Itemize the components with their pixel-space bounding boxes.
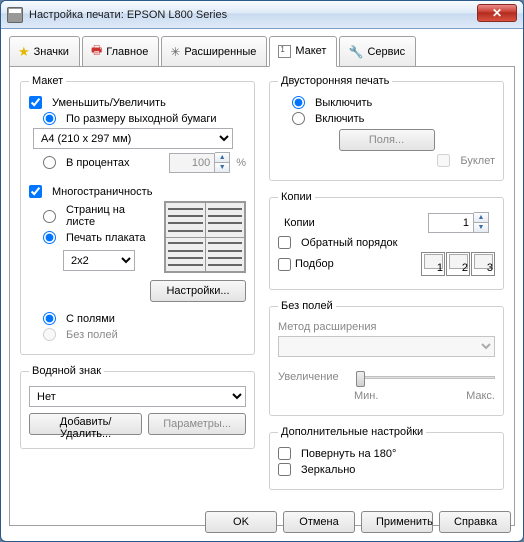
- mirror-checkbox[interactable]: [278, 463, 291, 476]
- cancel-button[interactable]: Отмена: [283, 511, 355, 533]
- chevron-up-icon[interactable]: ▲: [474, 213, 488, 223]
- enlarge-slider: [356, 367, 495, 387]
- method-select: [278, 336, 495, 357]
- duplex-off-radio[interactable]: [292, 96, 305, 109]
- copies-input[interactable]: [428, 213, 474, 233]
- pages-per-sheet-label: Страниц на листе: [66, 204, 154, 228]
- watermark-select[interactable]: Нет: [29, 386, 246, 407]
- poster-preview-icon: [164, 201, 246, 273]
- poster-radio[interactable]: [43, 231, 56, 244]
- percent-symbol: %: [236, 157, 246, 169]
- collate-label: Подбор: [295, 258, 334, 270]
- tab-icons[interactable]: ★ Значки: [9, 36, 80, 67]
- watermark-params-button: Параметры...: [148, 413, 246, 435]
- duplex-off-label: Выключить: [315, 97, 372, 109]
- multipage-checkbox[interactable]: [29, 185, 42, 198]
- layout-icon: [278, 45, 291, 58]
- close-button[interactable]: ✕: [477, 4, 517, 22]
- left-column: Макет Уменьшить/Увеличить По размеру вых…: [20, 75, 255, 515]
- group-title: Водяной знак: [29, 365, 104, 377]
- help-button[interactable]: Справка: [439, 511, 511, 533]
- tab-label: Главное: [106, 46, 148, 58]
- group-title: Макет: [29, 75, 66, 87]
- window-title: Настройка печати: EPSON L800 Series: [29, 9, 227, 21]
- print-settings-window: Настройка печати: EPSON L800 Series ✕ ★ З…: [0, 0, 524, 542]
- pages-per-sheet-radio[interactable]: [43, 210, 56, 223]
- no-margins-radio: [43, 328, 56, 341]
- group-layout: Макет Уменьшить/Увеличить По размеру вых…: [20, 75, 255, 355]
- tab-advanced[interactable]: ✳ Расширенные: [161, 36, 267, 67]
- multipage-settings-button[interactable]: Настройки...: [150, 280, 246, 302]
- booklet-label: Буклет: [460, 155, 495, 167]
- apply-button[interactable]: Применить: [361, 511, 433, 533]
- with-margins-label: С полями: [66, 313, 115, 325]
- min-label: Мин.: [354, 390, 378, 402]
- group-borderless: Без полей Метод расширения Увеличение Ми…: [269, 300, 504, 416]
- chevron-down-icon: ▼: [215, 163, 229, 172]
- reverse-order-label: Обратный порядок: [301, 237, 397, 249]
- duplex-on-radio[interactable]: [292, 112, 305, 125]
- titlebar: Настройка печати: EPSON L800 Series ✕: [1, 1, 523, 29]
- no-margins-label: Без полей: [66, 329, 118, 341]
- method-label: Метод расширения: [278, 321, 376, 333]
- collate-checkbox[interactable]: [278, 258, 291, 271]
- tab-label: Макет: [295, 45, 326, 57]
- with-margins-radio[interactable]: [43, 312, 56, 325]
- tab-content: Макет Уменьшить/Увеличить По размеру вых…: [9, 66, 515, 526]
- tab-service[interactable]: 🔧 Сервис: [339, 36, 416, 67]
- printer-main-icon: 🖶: [91, 41, 102, 62]
- paper-size-select[interactable]: A4 (210 x 297 мм): [33, 128, 233, 149]
- percent-input: [169, 153, 215, 173]
- group-copies: Копии Копии ▲▼ Обратный порядок Подбор 1: [269, 191, 504, 290]
- duplex-on-label: Включить: [315, 113, 364, 125]
- poster-size-select[interactable]: 2x2: [63, 250, 135, 271]
- by-percent-radio[interactable]: [43, 156, 56, 169]
- fit-to-page-label: По размеру выходной бумаги: [66, 113, 217, 125]
- group-title: Копии: [278, 191, 315, 203]
- group-title: Дополнительные настройки: [278, 426, 426, 438]
- copies-spinner[interactable]: ▲▼: [428, 212, 489, 233]
- booklet-checkbox: [437, 154, 450, 167]
- chevron-down-icon[interactable]: ▼: [474, 223, 488, 232]
- fit-to-page-radio[interactable]: [43, 112, 56, 125]
- poster-label: Печать плаката: [66, 232, 146, 244]
- gear-icon: ✳: [170, 45, 180, 59]
- tab-main[interactable]: 🖶 Главное: [82, 36, 159, 67]
- watermark-add-remove-button[interactable]: Добавить/Удалить...: [29, 413, 142, 435]
- group-duplex: Двусторонняя печать Выключить Включить П…: [269, 75, 504, 181]
- collate-diagram-icon: 1 2 3: [421, 252, 495, 276]
- right-column: Двусторонняя печать Выключить Включить П…: [269, 75, 504, 515]
- group-title: Без полей: [278, 300, 336, 312]
- wrench-icon: 🔧: [348, 45, 363, 59]
- reduce-enlarge-checkbox[interactable]: [29, 96, 42, 109]
- group-extra: Дополнительные настройки Повернуть на 18…: [269, 426, 504, 490]
- tab-label: Расширенные: [184, 46, 256, 58]
- multipage-label: Многостраничность: [52, 186, 152, 198]
- percent-spinner[interactable]: ▲▼: [169, 152, 230, 173]
- copies-label: Копии: [284, 217, 315, 229]
- mirror-label: Зеркально: [301, 464, 355, 476]
- dialog-buttons: OK Отмена Применить Справка: [205, 511, 511, 533]
- rotate-180-label: Повернуть на 180°: [301, 448, 396, 460]
- group-watermark: Водяной знак Нет Добавить/Удалить... Пар…: [20, 365, 255, 449]
- reduce-enlarge-label: Уменьшить/Увеличить: [52, 97, 166, 109]
- tab-label: Значки: [34, 46, 69, 58]
- tab-bar: ★ Значки 🖶 Главное ✳ Расширенные Макет 🔧 Сер…: [1, 29, 523, 66]
- rotate-180-checkbox[interactable]: [278, 447, 291, 460]
- group-title: Двусторонняя печать: [278, 75, 392, 87]
- printer-icon: [7, 7, 23, 23]
- duplex-margins-button: Поля...: [339, 129, 435, 151]
- chevron-up-icon: ▲: [215, 153, 229, 163]
- tab-label: Сервис: [367, 46, 405, 58]
- by-percent-label: В процентах: [66, 157, 130, 169]
- tab-layout[interactable]: Макет: [269, 36, 337, 67]
- enlarge-label: Увеличение: [278, 371, 350, 383]
- max-label: Макс.: [466, 390, 495, 402]
- reverse-order-checkbox[interactable]: [278, 236, 291, 249]
- star-icon: ★: [18, 44, 30, 60]
- ok-button[interactable]: OK: [205, 511, 277, 533]
